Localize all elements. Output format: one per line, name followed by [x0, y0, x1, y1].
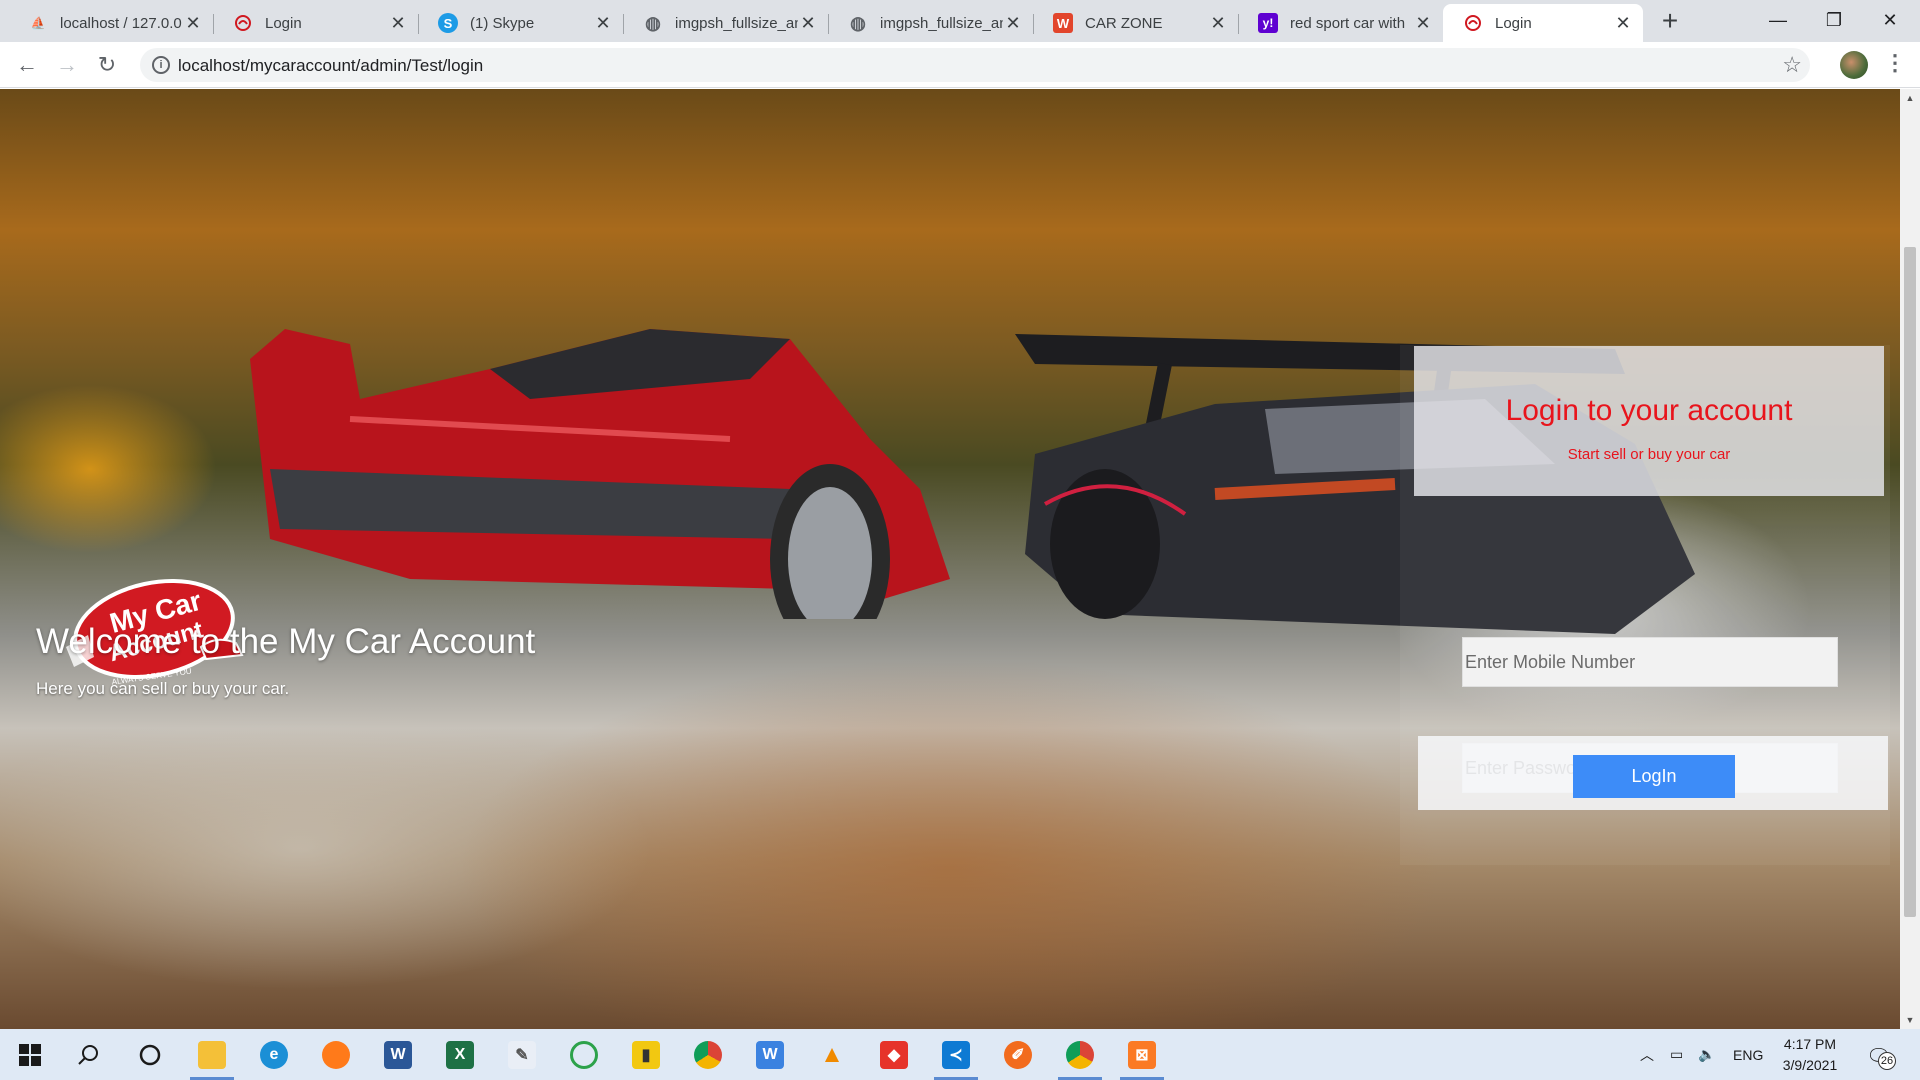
search-icon[interactable]: [62, 1029, 114, 1080]
forward-arrow-icon[interactable]: →: [52, 50, 82, 80]
close-icon[interactable]: ✕: [798, 13, 818, 34]
pen-icon[interactable]: ✐: [992, 1029, 1044, 1080]
page-scrollbar[interactable]: ▲ ▼: [1900, 89, 1920, 1029]
globe-icon: ◍: [850, 12, 866, 33]
browser-tab-strip: ⛵ localhost / 127.0.0 ✕ Login ✕ S (1) Sk…: [0, 0, 1920, 42]
welcome-heading: Welcome to the My Car Account: [36, 622, 536, 661]
welcome-subheading: Here you can sell or buy your car.: [36, 679, 290, 698]
login-button-container: LogIn: [1418, 736, 1888, 810]
sync-icon[interactable]: [558, 1029, 610, 1080]
scrollbar-thumb[interactable]: [1904, 247, 1916, 917]
tab-skype[interactable]: S (1) Skype ✕: [418, 4, 623, 42]
profile-avatar[interactable]: [1840, 51, 1868, 79]
language-indicator[interactable]: ENG: [1733, 1029, 1763, 1080]
close-icon[interactable]: ✕: [593, 13, 613, 34]
w-brand-icon: W: [1053, 13, 1073, 33]
tab-phpmyadmin[interactable]: ⛵ localhost / 127.0.0 ✕: [8, 4, 213, 42]
tab-title: Login: [265, 14, 302, 32]
tab-title: imgpsh_fullsize_an: [675, 14, 798, 32]
notification-count-badge: 26: [1878, 1051, 1896, 1070]
vlc-icon[interactable]: ▲: [806, 1029, 858, 1080]
tab-title: red sport car with: [1290, 14, 1406, 32]
menu-kebab-icon[interactable]: ⋮: [1884, 50, 1906, 76]
address-url[interactable]: localhost/mycaraccount/admin/Test/login: [178, 56, 483, 76]
clock-date: 3/9/2021: [1782, 1057, 1838, 1073]
battery-icon[interactable]: ▭: [1670, 1029, 1683, 1080]
close-icon[interactable]: ✕: [1413, 13, 1433, 34]
phpmyadmin-icon: ⛵: [30, 16, 46, 30]
new-tab-plus-icon[interactable]: +: [1654, 6, 1686, 38]
login-subtitle: Start sell or buy your car: [1567, 446, 1731, 463]
cortana-icon[interactable]: [124, 1029, 176, 1080]
minimize-icon[interactable]: —: [1750, 0, 1806, 42]
tab-title: (1) Skype: [470, 14, 535, 32]
paint-icon[interactable]: ✎: [496, 1029, 548, 1080]
chrome-profile-icon[interactable]: [1054, 1029, 1106, 1080]
tab-title: localhost / 127.0.0: [60, 14, 182, 32]
tab-title: imgpsh_fullsize_an: [880, 14, 1003, 32]
back-arrow-icon[interactable]: ←: [12, 50, 42, 80]
scroll-down-arrow-icon[interactable]: ▼: [1900, 1015, 1920, 1025]
bookmark-star-icon[interactable]: ☆: [1782, 52, 1802, 78]
chrome-icon[interactable]: [682, 1029, 734, 1080]
tab-title: Login: [1495, 14, 1532, 32]
edge-icon[interactable]: e: [248, 1029, 300, 1080]
system-clock[interactable]: 4:17 PM 3/9/2021: [1765, 1034, 1855, 1076]
restore-icon[interactable]: ❐: [1806, 0, 1862, 42]
windows-taskbar: e W X ✎ ▮ W ▲ ◆ ≺ ✐ ⊠ ︿ ▭ 🔈 ENG 4:17 PM …: [0, 1029, 1920, 1080]
tab-image-2[interactable]: ◍ imgpsh_fullsize_an ✕: [828, 4, 1033, 42]
login-button[interactable]: LogIn: [1573, 755, 1735, 798]
close-icon[interactable]: ✕: [1208, 13, 1228, 34]
notification-center-icon[interactable]: 🗨 26: [1866, 1029, 1896, 1080]
mobile-number-input[interactable]: [1462, 637, 1838, 687]
car-logo-icon: [1463, 13, 1483, 33]
car-logo-icon: [233, 13, 253, 33]
file-explorer-icon[interactable]: [186, 1029, 238, 1080]
clock-time: 4:17 PM: [1783, 1036, 1837, 1052]
anydesk-icon[interactable]: ◆: [868, 1029, 920, 1080]
scroll-up-arrow-icon[interactable]: ▲: [1900, 93, 1920, 103]
writer-icon[interactable]: W: [744, 1029, 796, 1080]
vscode-icon[interactable]: ≺: [930, 1029, 982, 1080]
login-header-box: Login to your account Start sell or buy …: [1414, 346, 1884, 496]
xampp-icon[interactable]: ⊠: [1116, 1029, 1168, 1080]
red-sports-car-image: [250, 329, 950, 619]
show-hidden-icons-chevron-icon[interactable]: ︿: [1640, 1029, 1654, 1080]
skype-icon: S: [438, 13, 458, 33]
close-icon[interactable]: ✕: [183, 13, 203, 34]
browser-toolbar: ← → ↻ i localhost/mycaraccount/admin/Tes…: [0, 42, 1920, 88]
excel-icon[interactable]: X: [434, 1029, 486, 1080]
powerbi-icon[interactable]: ▮: [620, 1029, 672, 1080]
tab-login[interactable]: Login ✕: [213, 4, 418, 42]
tab-login-active[interactable]: Login ✕: [1443, 4, 1643, 42]
tab-yahoo-search[interactable]: y! red sport car with ✕: [1238, 4, 1443, 42]
start-icon[interactable]: [4, 1029, 56, 1080]
login-title: Login to your account: [1505, 394, 1793, 427]
close-icon[interactable]: ✕: [1613, 13, 1633, 34]
reload-icon[interactable]: ↻: [92, 50, 122, 80]
word-icon[interactable]: W: [372, 1029, 424, 1080]
info-icon[interactable]: i: [152, 56, 170, 74]
tab-car-zone[interactable]: W CAR ZONE ✕: [1033, 4, 1238, 42]
firefox-icon[interactable]: [310, 1029, 362, 1080]
close-icon[interactable]: ✕: [388, 13, 408, 34]
globe-icon: ◍: [645, 12, 661, 33]
close-window-icon[interactable]: ✕: [1862, 0, 1918, 42]
address-bar[interactable]: i localhost/mycaraccount/admin/Test/logi…: [140, 48, 1810, 82]
tab-image-1[interactable]: ◍ imgpsh_fullsize_an ✕: [623, 4, 828, 42]
close-icon[interactable]: ✕: [1003, 13, 1023, 34]
volume-icon[interactable]: 🔈: [1698, 1029, 1715, 1080]
yahoo-icon: y!: [1258, 13, 1278, 33]
tab-title: CAR ZONE: [1085, 14, 1163, 32]
